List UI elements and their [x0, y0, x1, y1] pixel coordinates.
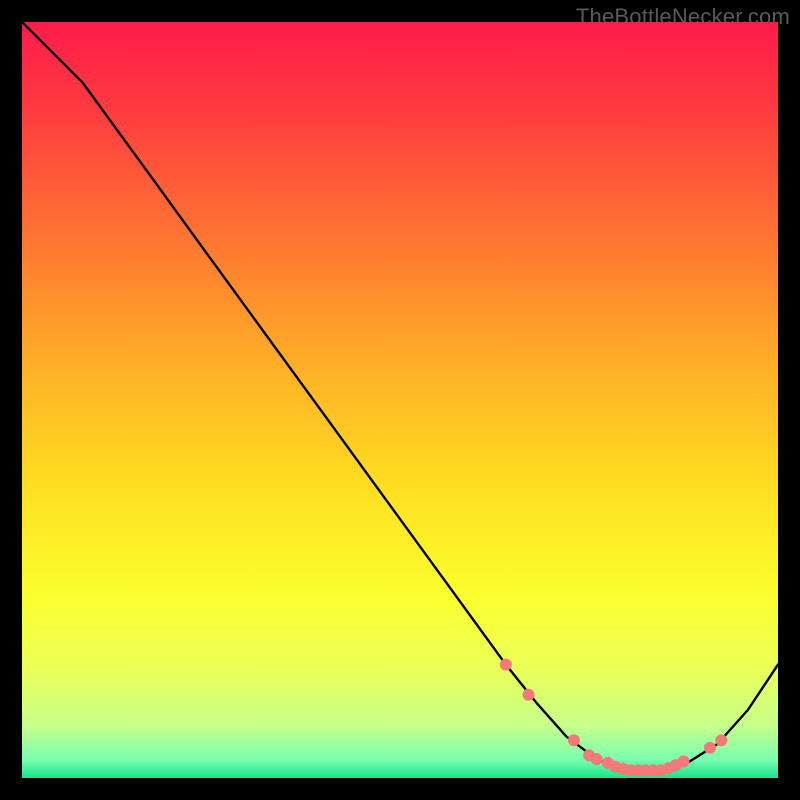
marker-dot: [704, 742, 716, 754]
bottleneck-chart: [22, 22, 778, 778]
marker-dot: [500, 659, 512, 671]
marker-dot: [523, 689, 535, 701]
gradient-background: [22, 22, 778, 778]
chart-stage: TheBottleNecker.com: [0, 0, 800, 800]
marker-dot: [591, 753, 603, 765]
marker-dot: [678, 755, 690, 767]
marker-dot: [568, 734, 580, 746]
marker-dot: [715, 734, 727, 746]
